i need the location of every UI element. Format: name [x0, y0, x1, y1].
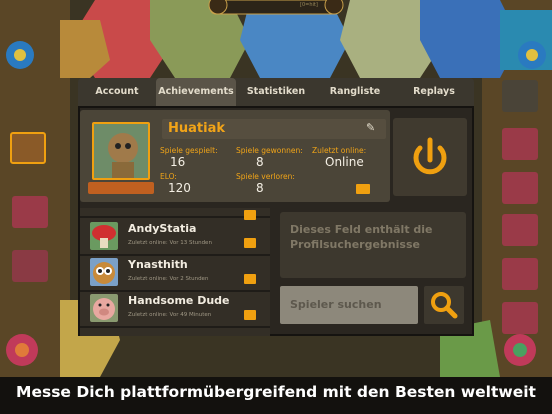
- power-icon: [413, 137, 447, 175]
- settings-side-button[interactable]: [502, 214, 538, 246]
- search-results-placeholder: Dieses Feld enthält die Profilsuchergebn…: [280, 212, 466, 278]
- player-list[interactable]: AndyStatia Zuletzt online: Vor 13 Stunde…: [80, 208, 270, 336]
- player-search-input[interactable]: Spieler suchen: [280, 286, 418, 324]
- top-status-text: [0=hit]: [300, 2, 318, 8]
- promo-caption: Messe Dich plattformübergreifend mit den…: [0, 377, 552, 414]
- play-side-button[interactable]: [502, 80, 538, 112]
- list-item[interactable]: Ynasthith Zuletzt online: Vor 2 Stunden: [80, 254, 270, 292]
- player-last-online: Zuletzt online: Vor 2 Stunden: [128, 276, 209, 282]
- profile-tabs: Account Achievements Statistiken Ranglis…: [78, 78, 474, 106]
- tab-account[interactable]: Account: [78, 78, 156, 106]
- tab-replays[interactable]: Replays: [394, 78, 474, 106]
- elo-label: ELO:: [160, 172, 177, 181]
- edit-name-icon[interactable]: ✎: [366, 121, 375, 134]
- copyright-side-button[interactable]: [502, 302, 538, 334]
- avatar[interactable]: [92, 122, 150, 180]
- avatar: [90, 222, 118, 250]
- games-lost-value: 8: [256, 181, 264, 195]
- last-online-value: Online: [325, 155, 364, 169]
- pig-avatar-icon: [93, 298, 115, 320]
- owl-avatar-icon: [93, 262, 115, 284]
- games-played-label: Spiele gespielt:: [160, 146, 218, 155]
- list-item: [80, 208, 270, 220]
- player-last-online: Zuletzt online: Vor 13 Stunden: [128, 240, 212, 246]
- tab-achievements[interactable]: Achievements: [156, 78, 236, 106]
- stats-side-button[interactable]: [502, 128, 538, 160]
- voodoo-doll-avatar-icon: [94, 124, 148, 178]
- avatar-edit-bar[interactable]: [88, 182, 154, 194]
- logout-button[interactable]: [393, 118, 467, 196]
- replays-icon[interactable]: [244, 274, 256, 284]
- tab-rangliste[interactable]: Rangliste: [316, 78, 394, 106]
- player-name: Handsome Dude: [128, 294, 230, 307]
- player-last-online: Zuletzt online: Vor 49 Minuten: [128, 312, 212, 318]
- list-item[interactable]: AndyStatia Zuletzt online: Vor 13 Stunde…: [80, 218, 270, 256]
- list-item[interactable]: Handsome Dude Zuletzt online: Vor 49 Min…: [80, 290, 270, 328]
- replays-icon[interactable]: [356, 184, 370, 194]
- elo-value: 120: [168, 181, 191, 195]
- cart-side-button[interactable]: [502, 258, 538, 290]
- mushroom-avatar-icon: [92, 225, 116, 248]
- games-lost-label: Spiele verloren:: [236, 172, 295, 181]
- eye-side-button[interactable]: [502, 172, 538, 204]
- avatar: [90, 258, 118, 286]
- search-button[interactable]: [424, 286, 464, 324]
- replays-icon[interactable]: [244, 310, 256, 320]
- player-name: AndyStatia: [128, 222, 197, 235]
- games-played-value: 16: [170, 155, 186, 169]
- games-won-value: 8: [256, 155, 264, 169]
- replays-icon[interactable]: [244, 238, 256, 248]
- last-online-label: Zuletzt online:: [312, 146, 367, 155]
- avatar: [90, 294, 118, 322]
- shop-side-button[interactable]: [12, 250, 48, 282]
- search-icon: [431, 292, 458, 319]
- tab-statistiken[interactable]: Statistiken: [236, 78, 316, 106]
- profile-side-button[interactable]: [10, 132, 46, 164]
- player-name[interactable]: Huatiak: [162, 119, 386, 139]
- chat-side-button[interactable]: [12, 196, 48, 228]
- games-won-label: Spiele gewonnen:: [236, 146, 303, 155]
- player-name: Ynasthith: [128, 258, 188, 271]
